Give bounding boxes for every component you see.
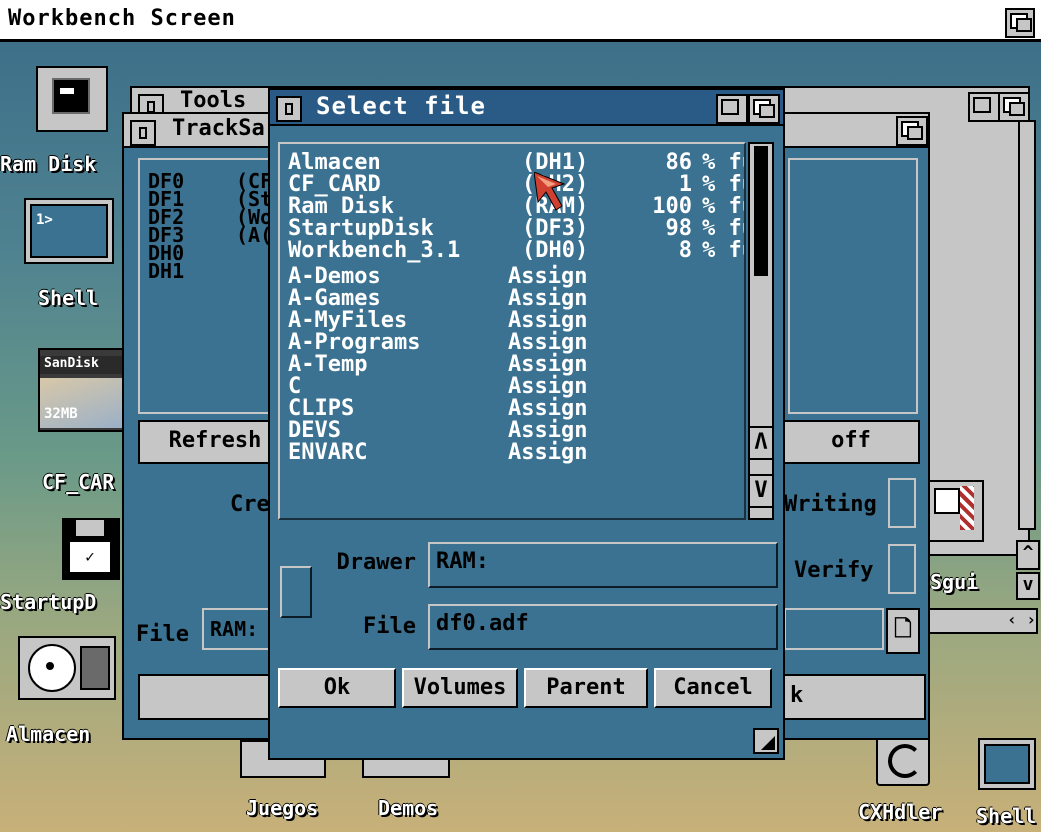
sandisk-size: 32MB <box>44 406 78 422</box>
mouse-pointer-icon <box>534 172 566 211</box>
path-volume-box[interactable] <box>280 566 312 618</box>
list-item[interactable]: Workbench_3.1(DH0)8% full <box>288 240 744 262</box>
cxhdler-icon[interactable] <box>876 734 930 786</box>
startup-floppy-icon[interactable]: ✓ <box>62 518 120 580</box>
list-item[interactable]: Almacen(DH1)86% full <box>288 152 744 174</box>
create-label: Cre <box>230 492 270 517</box>
screen-title-bar[interactable]: Workbench Screen <box>0 0 1041 42</box>
drive-list[interactable]: DF0 DF1 DF2 DF3 DH0 DH1 (CF (St (Wo (A( <box>138 158 278 414</box>
requester-title-bar[interactable]: Select file <box>270 90 783 124</box>
file-label: File <box>136 622 189 647</box>
requester-depth-icon[interactable] <box>748 94 780 124</box>
k-button[interactable]: k <box>782 674 926 720</box>
requester-title: Select file <box>316 92 486 120</box>
cf-card-label: CF_CAR <box>42 470 115 494</box>
juegos-label: Juegos <box>246 796 319 820</box>
list-item[interactable]: Ram Disk(RAM)100% full <box>288 196 744 218</box>
file-field-label: File <box>363 614 416 639</box>
tools-depth-icon[interactable] <box>998 92 1030 122</box>
parent-label: Parent <box>546 675 626 700</box>
file-picker-icon[interactable]: 🗋 <box>886 608 920 654</box>
screen-depth-gadget-icon[interactable] <box>1005 8 1035 38</box>
almacen-label: Almacen <box>6 722 91 746</box>
writing-label: Writing <box>784 492 877 517</box>
writing-checkbox[interactable] <box>888 478 916 528</box>
cxhdler-label: CXHdler <box>858 800 943 824</box>
file-name-value: df0.adf <box>436 611 529 636</box>
tools-zoom-icon[interactable] <box>968 92 1000 122</box>
sandisk-card-icon[interactable]: SanDisk 32MB <box>38 348 126 432</box>
track-right-panel <box>788 158 918 414</box>
ok-label: Ok <box>323 675 351 700</box>
scroll-up-icon[interactable]: Λ <box>748 426 774 460</box>
requester-close-icon[interactable] <box>276 96 302 122</box>
drawer-field[interactable]: RAM: <box>428 542 778 588</box>
file-list[interactable]: Almacen(DH1)86% full CF_CARD(DH2)1% full… <box>278 142 746 520</box>
drawer-label: Drawer <box>336 550 416 575</box>
cancel-label: Cancel <box>673 675 753 700</box>
ok-button[interactable]: Ok <box>278 668 396 708</box>
sandisk-brand: SanDisk <box>40 356 124 374</box>
resize-icon[interactable] <box>753 728 779 754</box>
file-name-field[interactable]: df0.adf <box>428 604 778 650</box>
requester-zoom-icon[interactable] <box>716 94 748 124</box>
bg-window-scrollbar[interactable] <box>1018 120 1036 530</box>
almacen-hd-icon[interactable] <box>18 636 116 700</box>
bg-scroll-up-icon[interactable]: ^ <box>1016 540 1040 570</box>
list-item[interactable]: StartupDisk(DF3)98% full <box>288 218 744 240</box>
k-button-label: k <box>790 683 804 708</box>
tools-title: Tools <box>180 88 247 113</box>
shell2-label: Shell <box>976 804 1037 828</box>
off-label: off <box>831 428 871 453</box>
cancel-button[interactable]: Cancel <box>654 668 772 708</box>
volumes-button[interactable]: Volumes <box>402 668 518 708</box>
parent-button[interactable]: Parent <box>524 668 648 708</box>
track-file-value: RAM: <box>210 617 259 641</box>
screen-title: Workbench Screen <box>8 6 236 31</box>
volumes-label: Volumes <box>413 675 507 700</box>
tracksalve-title: TrackSa <box>172 116 265 141</box>
demos-label: Demos <box>378 796 439 820</box>
sgui-label: Sgui <box>930 570 979 594</box>
shell-icon[interactable]: 1> <box>24 198 114 264</box>
drive-item[interactable]: DH1 <box>148 261 184 281</box>
list-item[interactable]: CF_CARD(DH2)1% full <box>288 174 744 196</box>
tracksalve-close-icon[interactable] <box>130 120 156 146</box>
verify-checkbox[interactable] <box>888 544 916 594</box>
refresh-label: Refresh <box>168 428 262 453</box>
shell2-icon[interactable] <box>978 738 1036 790</box>
bg-horizontal-scroll[interactable]: ‹ › <box>928 608 1038 634</box>
ram-disk-icon[interactable] <box>36 66 108 132</box>
list-scroll-knob[interactable] <box>754 146 768 276</box>
off-button[interactable]: off <box>782 420 920 464</box>
sgui-icon[interactable] <box>928 480 984 542</box>
tracksalve-depth-icon[interactable] <box>896 116 928 146</box>
ram-disk-label: Ram Disk <box>0 152 97 176</box>
bg-scroll-down-icon[interactable]: v <box>1016 572 1040 600</box>
scroll-down-icon[interactable]: V <box>748 474 774 508</box>
drive-note: (A( <box>236 223 273 247</box>
drawer-value: RAM: <box>436 549 489 574</box>
track-file-long-field[interactable] <box>784 608 884 650</box>
shell-label: Shell <box>38 286 99 310</box>
startup-label: StartupD <box>0 590 97 614</box>
verify-label: Verify <box>794 558 874 583</box>
